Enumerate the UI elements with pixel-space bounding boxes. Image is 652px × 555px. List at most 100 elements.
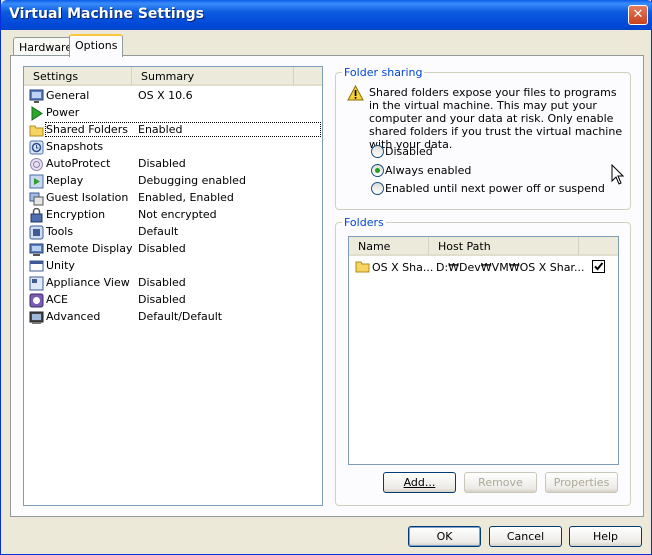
settings-item-summary: OS X 10.6: [138, 89, 193, 102]
settings-item-summary: Disabled: [138, 157, 186, 170]
settings-item-summary: Default: [138, 225, 179, 238]
window-title: Virtual Machine Settings: [9, 6, 204, 22]
column-header-host-path[interactable]: Host Path: [429, 237, 579, 256]
settings-item-ace[interactable]: ACE Disabled: [24, 292, 322, 309]
guest-isolation-icon: [29, 191, 44, 206]
settings-item-appliance-view[interactable]: Appliance View Disabled: [24, 275, 322, 292]
settings-item-label: Advanced: [46, 310, 101, 323]
properties-button[interactable]: Properties: [545, 472, 618, 493]
replay-icon: [29, 174, 44, 189]
settings-item-label: Tools: [46, 225, 74, 238]
settings-item-power[interactable]: Power: [24, 105, 322, 122]
close-icon: ✕: [632, 7, 644, 22]
settings-list[interactable]: Settings Summary General OS X 10.6 Power…: [23, 66, 323, 506]
ok-button[interactable]: OK: [408, 526, 481, 547]
folder-icon: [29, 123, 44, 138]
settings-item-summary: Disabled: [138, 293, 186, 306]
settings-item-label: Guest Isolation: [46, 191, 129, 204]
settings-item-summary: Default/Default: [138, 310, 223, 323]
lock-icon: [29, 208, 44, 223]
properties-button-label: Properties: [553, 476, 610, 489]
radio-circle: [371, 145, 384, 158]
checkmark-icon: [594, 262, 604, 271]
settings-item-label: Unity: [46, 259, 75, 272]
column-header-name-label: Name: [358, 240, 391, 253]
warning-icon: [347, 85, 364, 101]
settings-item-label: ACE: [46, 293, 68, 306]
add-button-label: Add...: [403, 476, 436, 489]
help-button[interactable]: Help: [569, 526, 642, 547]
radio-dot: [375, 168, 380, 173]
radio-label: Disabled: [385, 145, 433, 158]
settings-item-remote-display[interactable]: Remote Display Disabled: [24, 241, 322, 258]
folder-host-path: D:₩Dev₩VM₩OS X Shar...: [436, 261, 585, 274]
settings-item-unity[interactable]: Unity: [24, 258, 322, 275]
settings-item-summary: Not encrypted: [138, 208, 217, 221]
monitor-icon: [29, 89, 44, 104]
radio-label: Enabled until next power off or suspend: [385, 182, 605, 195]
close-button[interactable]: ✕: [628, 5, 648, 25]
column-header-filler: [294, 67, 322, 86]
autoprotect-icon: [29, 157, 44, 172]
settings-item-label: AutoProtect: [46, 157, 111, 170]
settings-item-label: Shared Folders: [45, 122, 321, 137]
radio-circle: [371, 164, 384, 177]
column-header-name[interactable]: Name: [349, 237, 429, 256]
radio-circle: [371, 182, 384, 195]
add-button[interactable]: Add...: [383, 472, 456, 493]
remove-button[interactable]: Remove: [464, 472, 537, 493]
tab-hardware-label: Hardware: [19, 41, 73, 54]
settings-item-label: Appliance View: [46, 276, 130, 289]
settings-item-shared-folders[interactable]: Shared Folders Enabled: [24, 122, 322, 139]
folders-label: Folders: [342, 216, 386, 229]
column-header-summary[interactable]: Summary: [132, 67, 294, 86]
vm-settings-window: Virtual Machine Settings ✕ Hardware Opti…: [0, 0, 652, 555]
folder-sharing-label: Folder sharing: [342, 66, 425, 79]
settings-item-replay[interactable]: Replay Debugging enabled: [24, 173, 322, 190]
tab-options-label: Options: [75, 39, 118, 52]
settings-item-summary: Debugging enabled: [138, 174, 246, 187]
settings-item-label: Power: [46, 106, 80, 119]
settings-item-label: Remote Display: [46, 242, 133, 255]
remote-display-icon: [29, 242, 44, 257]
unity-icon: [29, 259, 44, 274]
ok-button-label: OK: [436, 530, 453, 543]
snapshot-icon: [29, 140, 44, 155]
tools-icon: [29, 225, 44, 240]
column-header-enabled: [579, 237, 618, 256]
folder-enabled-checkbox[interactable]: [592, 260, 605, 273]
settings-item-snapshots[interactable]: Snapshots: [24, 139, 322, 156]
column-header-settings-label: Settings: [33, 70, 79, 83]
settings-item-encryption[interactable]: Encryption Not encrypted: [24, 207, 322, 224]
remove-button-label: Remove: [478, 476, 523, 489]
folder-icon: [355, 260, 370, 274]
mouse-cursor-icon: [611, 164, 624, 185]
settings-item-label: Snapshots: [46, 140, 104, 153]
appliance-view-icon: [29, 276, 44, 291]
settings-item-summary: Enabled, Enabled: [138, 191, 234, 204]
shared-folders-warning-text: Shared folders expose your files to prog…: [369, 86, 623, 151]
settings-item-general[interactable]: General OS X 10.6: [24, 88, 322, 105]
radio-label: Always enabled: [385, 164, 472, 177]
settings-item-label: Replay: [46, 174, 84, 187]
help-button-label: Help: [592, 530, 619, 543]
settings-item-autoprotect[interactable]: AutoProtect Disabled: [24, 156, 322, 173]
cancel-button[interactable]: Cancel: [489, 526, 562, 547]
ace-icon: [29, 293, 44, 308]
settings-item-label: Encryption: [46, 208, 106, 221]
play-icon: [29, 106, 44, 121]
settings-item-summary: Disabled: [138, 276, 186, 289]
folders-list[interactable]: Name Host Path OS X Sha... D:₩Dev₩VM₩OS …: [348, 236, 619, 465]
settings-item-advanced[interactable]: Advanced Default/Default: [24, 309, 322, 326]
tab-options[interactable]: Options: [69, 34, 124, 57]
column-header-summary-label: Summary: [141, 70, 195, 83]
settings-item-guest-isolation[interactable]: Guest Isolation Enabled, Enabled: [24, 190, 322, 207]
folder-row[interactable]: OS X Sha... D:₩Dev₩VM₩OS X Shar...: [349, 258, 618, 276]
settings-item-tools[interactable]: Tools Default: [24, 224, 322, 241]
settings-item-summary: Disabled: [138, 242, 186, 255]
column-header-settings[interactable]: Settings: [24, 67, 132, 86]
title-bar[interactable]: Virtual Machine Settings ✕: [1, 0, 652, 30]
cancel-button-label: Cancel: [506, 530, 545, 543]
folder-name: OS X Sha...: [372, 261, 434, 274]
settings-item-summary: Enabled: [138, 123, 183, 136]
